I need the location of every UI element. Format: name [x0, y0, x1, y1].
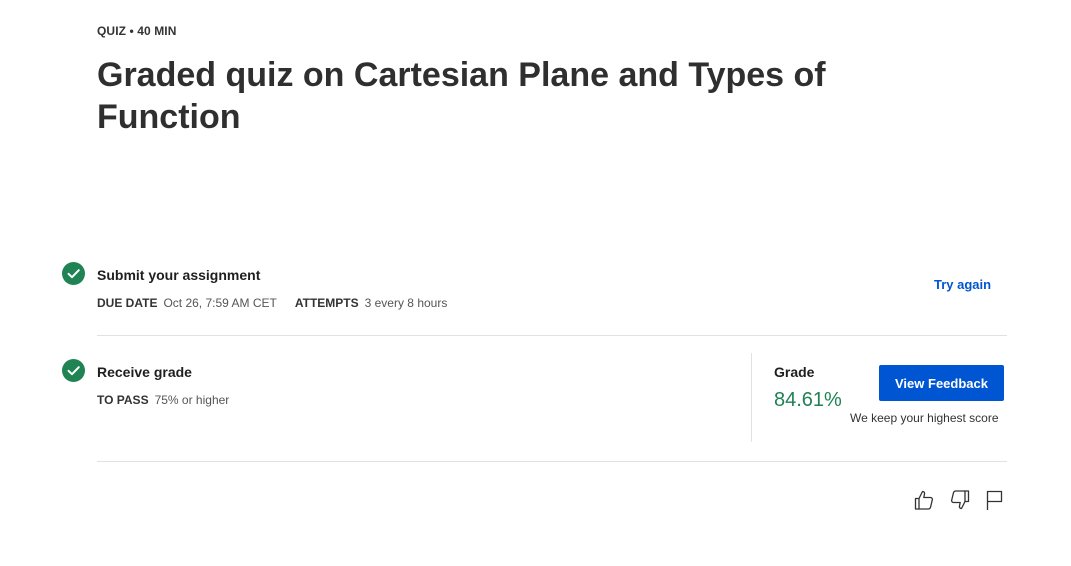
quiz-page: QUIZ • 40 MIN Graded quiz on Cartesian P… [0, 0, 1071, 566]
grade-value: 84.61% [774, 389, 842, 411]
submit-assignment-title: Submit your assignment [97, 267, 261, 283]
section-divider [97, 461, 1007, 462]
receive-grade-title: Receive grade [97, 364, 192, 380]
thumbs-down-icon[interactable] [948, 488, 972, 512]
flag-icon[interactable] [983, 488, 1007, 512]
page-title: Graded quiz on Cartesian Plane and Types… [97, 56, 826, 136]
attempts-label: ATTEMPTS [294, 296, 359, 310]
quiz-meta-eyebrow: QUIZ • 40 MIN [97, 24, 177, 38]
attempts-value: 3 every 8 hours [364, 296, 448, 310]
check-circle-icon [62, 359, 85, 382]
due-date-label: DUE DATE [97, 296, 158, 310]
thumbs-up-icon[interactable] [912, 488, 936, 512]
due-date-value: Oct 26, 7:59 AM CET [163, 296, 277, 310]
receive-grade-meta: TO PASS 75% or higher [97, 393, 247, 407]
submit-assignment-meta: DUE DATE Oct 26, 7:59 AM CET ATTEMPTS 3 eve… [97, 296, 465, 310]
grade-label: Grade [774, 364, 815, 380]
section-divider [97, 335, 1007, 336]
view-feedback-button[interactable]: View Feedback [879, 365, 1004, 401]
check-circle-icon [62, 262, 85, 285]
to-pass-label: TO PASS [97, 393, 149, 407]
grade-column-divider [751, 353, 752, 442]
highest-score-note: We keep your highest score [850, 411, 999, 425]
try-again-link[interactable]: Try again [934, 277, 991, 292]
to-pass-value: 75% or higher [154, 393, 230, 407]
